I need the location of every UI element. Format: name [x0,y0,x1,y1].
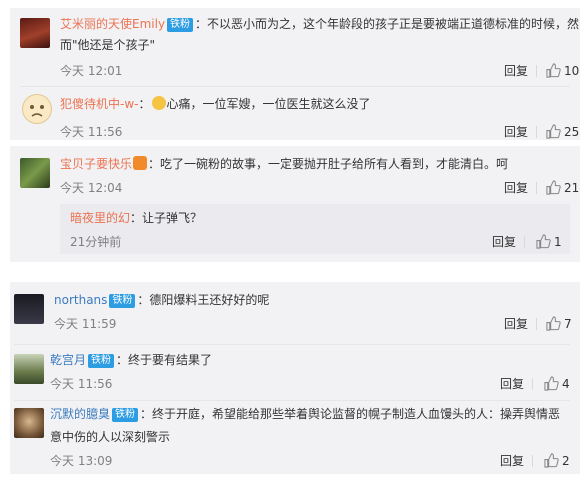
timestamp: 今天 12:01 [60,64,123,78]
timestamp: 今天 11:56 [60,125,123,139]
comment-line: 犯傻待机中-w-： 心痛，一位军嫂，一位医生就这么没了 [60,94,371,114]
like-button[interactable]: 21 [546,180,580,196]
timestamp: 21分钟前 [70,235,122,249]
username-link[interactable]: 宝贝子要快乐 [60,157,132,171]
comment-card: 艾米丽的天使Emily 铁粉 ：不以恶小而为之，这个年龄段的孩子正是要被端正道德标准… [10,8,580,140]
reply-button[interactable]: 回复 [500,376,524,392]
timestamp: 今天 11:56 [50,377,113,391]
comment-text-cont: 意中伤的人以深刻警示 [50,430,171,444]
comment-text: ：不以恶小而为之，这个年龄段的孩子正是要被端正道德标准的时候，然 [195,17,580,31]
comment-divider [20,86,570,87]
username-link[interactable]: 犯傻待机中-w- [60,97,138,111]
comment-text: 心痛，一位军嫂，一位医生就这么没了 [166,97,371,111]
comment-item: 沉默的臆臭 铁粉 ：终于开庭，希望能给那些举着舆论监督的幌子制造人血馒头的人：操弄舆… [10,402,580,474]
comment-item: 乾宫月 铁粉 ：终于要有结果了 今天 11:56 回复 4 [10,346,580,400]
comment-divider [14,400,570,401]
comment-text: ：吃了一碗粉的故事，一定要抛开肚子给所有人看到，才能清白。呵 [148,157,509,171]
like-count: 7 [564,317,572,331]
divider [532,455,533,467]
like-count: 21 [564,181,580,195]
thumbs-up-icon [544,376,559,391]
divider [536,65,537,77]
avatar[interactable] [20,18,50,48]
like-button[interactable]: 25 [546,124,580,140]
fan-badge: 铁粉 [167,18,194,32]
avatar[interactable] [14,408,44,438]
avatar[interactable] [14,354,44,384]
reply-button[interactable]: 回复 [504,124,528,140]
reply-button[interactable]: 回复 [492,234,516,250]
sub-comment: 暗夜里的幻：让子弹飞？ 21分钟前 回复 1 [60,204,570,254]
thumbs-up-icon [544,453,559,468]
comment-text: ：终于要有结果了 [116,353,213,367]
username-link[interactable]: northans [54,293,107,307]
avatar[interactable] [14,294,44,324]
timestamp: 今天 11:59 [54,317,117,331]
timestamp: 今天 13:09 [50,454,113,468]
divider [524,236,525,248]
like-button[interactable]: 2 [544,453,578,469]
fan-badge: 铁粉 [88,354,115,368]
comment-line: 沉默的臆臭 铁粉 ：终于开庭，希望能给那些举着舆论监督的幌子制造人血馒头的人：操弄舆… [50,404,560,424]
avatar[interactable] [22,94,52,124]
comment-item: 犯傻待机中-w-： 心痛，一位军嫂，一位医生就这么没了 今天 11:56 回复 2… [10,88,580,140]
reply-button[interactable]: 回复 [500,453,524,469]
divider [532,378,533,390]
comment-divider [14,344,570,345]
thumbs-up-icon [536,234,551,249]
thumbs-up-icon [546,124,561,139]
like-count: 10 [564,64,580,78]
reply-button[interactable]: 回复 [504,180,528,196]
comment-text: ：终于开庭，希望能给那些举着舆论监督的幌子制造人血馒头的人：操弄舆情恶 [140,407,561,421]
comment-text: ：德阳爆料王还好好的呢 [137,293,270,307]
username-link[interactable]: 暗夜里的幻 [70,211,130,225]
comment-text-cont: 而"他还是个孩子" [60,38,156,52]
username-link[interactable]: 乾宫月 [50,353,86,367]
timestamp: 今天 12:04 [60,181,123,195]
username-link[interactable]: 沉默的臆臭 [50,407,110,421]
comment-line: northans 铁粉 ：德阳爆料王还好好的呢 [54,290,269,310]
like-count: 4 [562,377,570,391]
like-button[interactable]: 10 [546,63,580,79]
comment-line: 暗夜里的幻：让子弹飞？ [70,208,202,228]
divider [536,126,537,138]
comment-line: 宝贝子要快乐 ：吃了一碗粉的故事，一定要抛开肚子给所有人看到，才能清白。呵 [60,154,508,174]
avatar[interactable] [20,158,50,188]
sad-face-icon [30,105,44,117]
like-count: 2 [562,454,570,468]
comment-line: 艾米丽的天使Emily 铁粉 ：不以恶小而为之，这个年龄段的孩子正是要被端正道德标准… [60,14,579,34]
reply-button[interactable]: 回复 [504,63,528,79]
comment-item: 艾米丽的天使Emily 铁粉 ：不以恶小而为之，这个年龄段的孩子正是要被端正道德标准… [10,8,580,84]
comment-text: ： [138,97,151,111]
thumbs-up-icon [546,63,561,78]
vip-crown-icon [133,156,148,170]
fan-badge: 铁粉 [112,408,139,422]
fan-badge: 铁粉 [109,294,136,308]
divider [536,182,537,194]
crying-face-icon [151,96,166,110]
comment-card: 宝贝子要快乐 ：吃了一碗粉的故事，一定要抛开肚子给所有人看到，才能清白。呵 今天 … [10,146,580,262]
like-button[interactable]: 4 [544,376,578,392]
comment-card: northans 铁粉 ：德阳爆料王还好好的呢 今天 11:59 回复 7 乾宫月铁… [10,282,580,474]
comment-text: ：让子弹飞？ [130,211,203,225]
reply-button[interactable]: 回复 [504,316,528,332]
comment-item: northans 铁粉 ：德阳爆料王还好好的呢 今天 11:59 回复 7 [10,282,580,340]
like-button[interactable]: 7 [546,316,580,332]
like-count: 1 [554,235,562,249]
divider [536,318,537,330]
comment-item: 宝贝子要快乐 ：吃了一碗粉的故事，一定要抛开肚子给所有人看到，才能清白。呵 今天 … [10,146,580,198]
like-count: 25 [564,125,580,139]
thumbs-up-icon [546,316,561,331]
like-button[interactable]: 1 [536,234,566,250]
username-link[interactable]: 艾米丽的天使Emily [60,17,165,31]
thumbs-up-icon [546,180,561,195]
comment-line: 乾宫月 铁粉 ：终于要有结果了 [50,350,212,370]
